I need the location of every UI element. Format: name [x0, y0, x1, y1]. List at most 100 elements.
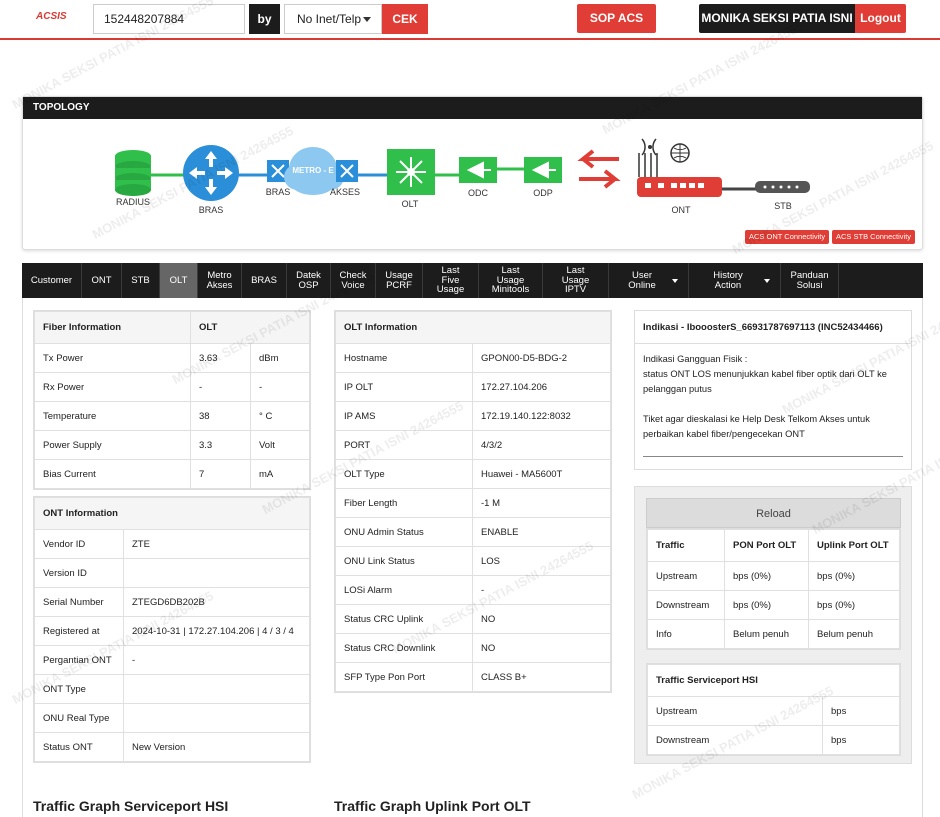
traffic-table: Traffic PON Port OLT Uplink Port OLT Upstr… [646, 528, 901, 650]
tab-label: Customer [30, 274, 73, 286]
row-label: Registered at [34, 616, 124, 646]
row-value: GPON00-D5-BDG-2 [472, 343, 611, 373]
ont-info-header: ONT Information [34, 497, 310, 530]
bras-label: BRAS [198, 205, 224, 215]
row-label: Status CRC Downlink [335, 633, 473, 663]
tab-label: Minitools [491, 284, 530, 296]
odc-label: ODC [468, 188, 488, 198]
row-value: ZTE [123, 529, 310, 559]
row-label: SFP Type Pon Port [335, 662, 473, 692]
row-label: Upstream [647, 696, 823, 726]
table-row: Hostname GPON00-D5-BDG-2 [335, 343, 611, 373]
row-value: bps [822, 696, 900, 726]
table-row: Upstream bps (0%) bps (0%) [647, 561, 900, 591]
akses-label: AKSES [329, 187, 360, 197]
table-row: ONU Real Type [34, 703, 310, 733]
tab-panduan-solusi[interactable]: Panduan Solusi [781, 263, 839, 298]
row-unit: dBm [250, 343, 310, 373]
row-unit: Volt [250, 430, 310, 460]
row-label: IP OLT [335, 372, 473, 402]
row-value: bps [822, 725, 900, 755]
olt-label: OLT [401, 199, 419, 209]
odp-label: ODP [533, 188, 553, 198]
olt-info-header: OLT Information [335, 311, 611, 344]
indikasi-body: Indikasi Gangguan Fisik : status ONT LOS… [635, 344, 911, 450]
acs-stb-connectivity-button[interactable]: ACS STB Connectivity [832, 230, 916, 244]
row-value: 3.63 [190, 343, 251, 373]
chevron-down-icon [672, 278, 678, 283]
tab-user-online[interactable]: User Online [609, 263, 689, 298]
tab-last-usage-iptv[interactable]: Last Usage IPTV [543, 263, 609, 298]
indikasi-panel: Indikasi - IbooosterS_66931787697113 (IN… [634, 310, 912, 470]
top-header: ACSIS by No Inet/Telp CEK SOP ACS MONIKA… [0, 0, 940, 40]
tab-label: STB [131, 274, 150, 286]
odc-icon [459, 157, 497, 183]
row-value: ENABLE [472, 517, 611, 547]
row-label: Bias Current [34, 459, 191, 489]
sop-acs-button[interactable]: SOP ACS [577, 4, 656, 33]
table-row: Upstream bps [647, 696, 900, 726]
row-value: ZTEGD6DB202B [123, 587, 310, 617]
tab-stb[interactable]: STB [122, 263, 160, 298]
tab-ont[interactable]: ONT [82, 263, 122, 298]
tab-datek-osp[interactable]: Datek OSP [287, 263, 331, 298]
logout-button[interactable]: Logout [855, 4, 906, 33]
indikasi-line: status ONT LOS menunjukkan kabel fiber o… [643, 369, 887, 394]
tab-customer[interactable]: Customer [22, 263, 82, 298]
tab-label: PCRF [386, 279, 412, 291]
indikasi-line: Indikasi Gangguan Fisik : [643, 354, 748, 364]
table-row: Pergantian ONT - [34, 645, 310, 675]
row-value: Belum penuh [808, 619, 900, 649]
row-value: 3.3 [190, 430, 251, 460]
acs-ont-connectivity-button[interactable]: ACS ONT Connectivity [745, 230, 830, 244]
tab-metro-akses[interactable]: Metro Akses [198, 263, 242, 298]
row-label: ONU Link Status [335, 546, 473, 576]
chevron-down-icon [764, 278, 770, 283]
tab-label: Voice [341, 279, 365, 291]
row-label: Hostname [335, 343, 473, 373]
row-value: bps (0%) [724, 590, 809, 620]
tab-label: Akses [206, 279, 233, 291]
fiber-olt-header: OLT [190, 311, 310, 344]
divider [643, 456, 903, 457]
tab-bras[interactable]: BRAS [242, 263, 287, 298]
cek-button[interactable]: CEK [382, 4, 428, 34]
row-value: bps (0%) [808, 590, 900, 620]
row-unit: - [250, 372, 310, 402]
tab-label: OSP [298, 279, 319, 291]
fiber-info-panel: Fiber Information OLT Tx Power 3.63 dBm Rx … [33, 310, 311, 490]
tab-olt[interactable]: OLT [160, 263, 198, 298]
tab-label: BRAS [251, 274, 277, 286]
table-row: OLT Type Huawei - MA5600T [335, 459, 611, 489]
table-row: Fiber Length -1 M [335, 488, 611, 518]
row-label: ONU Admin Status [335, 517, 473, 547]
tab-history-action[interactable]: History Action [689, 263, 781, 298]
tab-check-voice[interactable]: Check Voice [331, 263, 376, 298]
tab-label: Last Five [441, 265, 460, 286]
app-logo[interactable]: ACSIS [36, 11, 67, 22]
tab-label: Usage [436, 284, 465, 296]
tab-label: Last Usage [496, 265, 525, 286]
row-value: 4/3/2 [472, 430, 611, 460]
user-name: MONIKA SEKSI PATIA ISNI [699, 4, 855, 33]
reload-button[interactable]: Reload [646, 498, 901, 528]
tab-label: Solusi [796, 279, 823, 291]
table-row: PORT 4/3/2 [335, 430, 611, 460]
row-label: Status ONT [34, 732, 124, 762]
tab-last-usage-minitools[interactable]: Last Usage Minitools [479, 263, 543, 298]
table-row: Downstream bps [647, 725, 900, 755]
tab-usage-pcrf[interactable]: Usage PCRF [376, 263, 423, 298]
search-type-value: No Inet/Telp [297, 12, 362, 26]
table-row: ONU Admin Status ENABLE [335, 517, 611, 547]
search-type-select[interactable]: No Inet/Telp [284, 4, 382, 34]
row-label: ONU Real Type [34, 703, 124, 733]
row-label: Status CRC Uplink [335, 604, 473, 634]
tab-last-five-usage[interactable]: Last Five Usage [423, 263, 479, 298]
search-input[interactable] [93, 4, 245, 34]
row-label: Downstream [647, 725, 823, 755]
tab-label: ONT [91, 274, 112, 286]
row-value [123, 703, 310, 733]
tab-label: User Online [628, 270, 656, 291]
table-row: SFP Type Pon Port CLASS B+ [335, 662, 611, 692]
